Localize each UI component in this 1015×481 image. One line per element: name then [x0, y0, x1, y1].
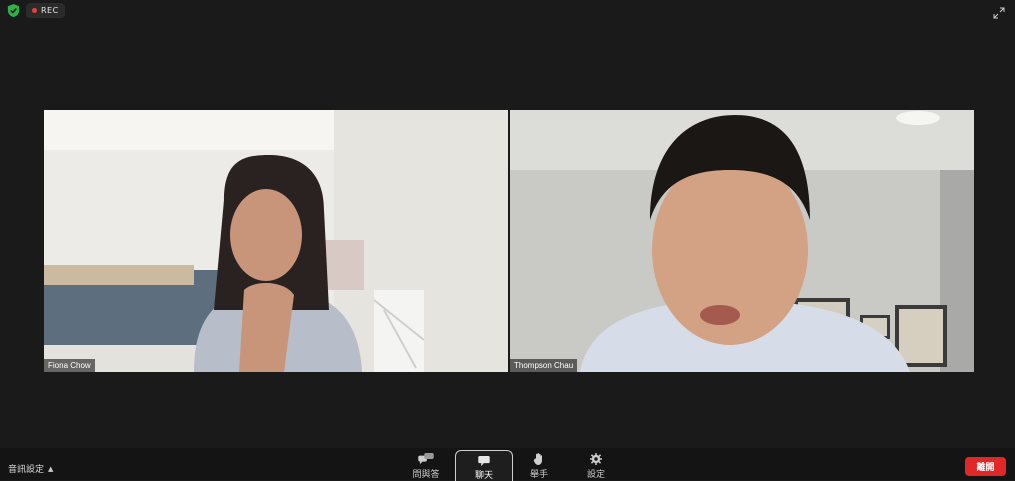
audio-settings-label: 音訊設定 [8, 465, 45, 475]
participant-name: Thompson Chau [510, 359, 578, 372]
qa-icon [418, 453, 434, 465]
gear-icon [590, 453, 602, 465]
raise-hand-label: 舉手 [529, 470, 548, 480]
participant-name: Fiona Chow [44, 359, 95, 372]
video-tile-thompson[interactable]: Thompson Chau [510, 110, 974, 372]
raise-hand-button[interactable]: 舉手 [511, 448, 567, 480]
chevron-up-icon: ▲ [48, 464, 54, 473]
chat-label: 聊天 [474, 471, 493, 481]
video-tile-fiona[interactable]: Fiona Chow [44, 110, 508, 372]
chat-icon [478, 456, 490, 466]
video-feed [44, 110, 508, 372]
chat-button[interactable]: 聊天 [455, 450, 513, 481]
raise-hand-icon [533, 453, 542, 465]
qa-button[interactable]: 問與答 [398, 448, 454, 480]
qa-label: 問與答 [412, 470, 440, 480]
rec-dot-icon [32, 8, 37, 13]
leave-button[interactable]: 離開 [965, 457, 1006, 476]
meeting-toolbar: 音訊設定 ▲ 問與答 聊天 舉手 設定 離開 [0, 448, 1015, 481]
top-bar: REC [0, 0, 1015, 22]
shield-check-icon[interactable] [6, 3, 21, 18]
video-feed [510, 110, 974, 372]
settings-button[interactable]: 設定 [568, 448, 624, 480]
expand-icon[interactable] [993, 7, 1005, 19]
rec-label: REC [41, 6, 59, 15]
recording-indicator[interactable]: REC [26, 3, 65, 18]
audio-settings-button[interactable]: 音訊設定 ▲ [8, 462, 54, 476]
settings-label: 設定 [586, 470, 605, 480]
